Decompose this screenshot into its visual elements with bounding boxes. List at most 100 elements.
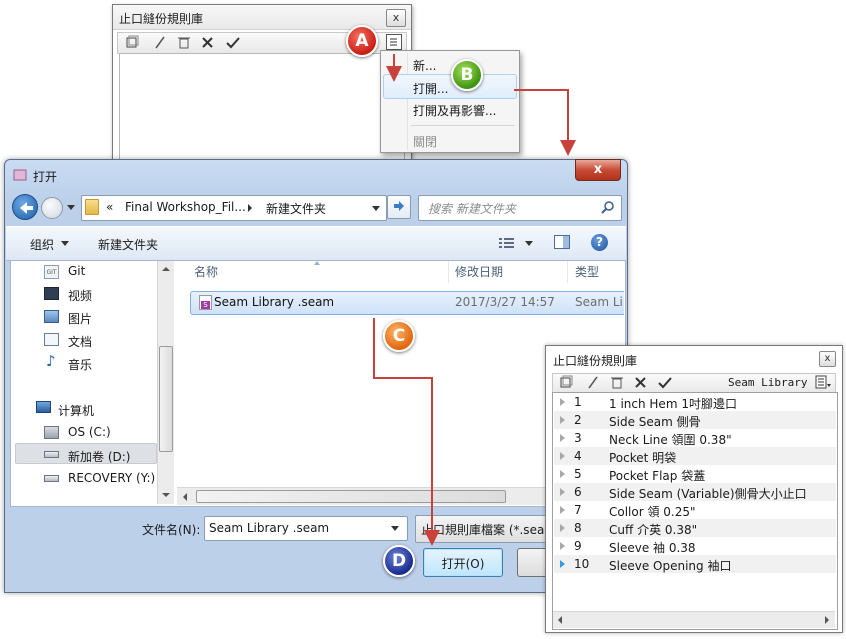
delete-icon[interactable] bbox=[609, 375, 625, 390]
preview-pane-icon[interactable] bbox=[554, 235, 570, 249]
menu-item-close[interactable]: 關閉 bbox=[413, 133, 437, 150]
organize-dropdown-icon bbox=[61, 241, 69, 246]
menu-icon[interactable] bbox=[386, 34, 402, 50]
expand-icon[interactable] bbox=[560, 398, 565, 406]
file-type: Seam Lib bbox=[575, 295, 624, 309]
library-hscrollbar[interactable] bbox=[553, 611, 835, 628]
edit-icon[interactable] bbox=[152, 35, 168, 50]
column-header-date[interactable]: 修改日期 bbox=[455, 261, 503, 283]
library-toolbar-name: Seam Library bbox=[728, 376, 808, 389]
list-item[interactable]: 11 inch Hem 1吋腳邊口 bbox=[554, 393, 836, 411]
list-item[interactable]: 7 Collor 領 0.25" bbox=[554, 501, 836, 519]
scroll-down-icon[interactable] bbox=[162, 493, 170, 497]
nav-item-video[interactable]: 视频 bbox=[68, 287, 92, 304]
library-close-button[interactable]: x bbox=[819, 351, 836, 367]
address-segment-current[interactable]: 新建文件夹 bbox=[266, 200, 326, 217]
chevron-right-icon bbox=[248, 204, 252, 212]
scroll-left-icon[interactable] bbox=[558, 616, 562, 624]
expand-icon[interactable] bbox=[560, 452, 565, 460]
callout-d: D bbox=[383, 545, 415, 577]
callout-c: C bbox=[383, 320, 415, 352]
check-icon[interactable] bbox=[657, 375, 673, 390]
callout-a: A bbox=[346, 25, 378, 57]
help-icon[interactable]: ? bbox=[591, 234, 608, 251]
open-button-label: 打开(O) bbox=[441, 557, 485, 571]
address-segment-parent[interactable]: Final Workshop_Fil... bbox=[125, 200, 246, 214]
new-icon[interactable] bbox=[124, 35, 140, 50]
menu-separator bbox=[411, 125, 515, 126]
organize-button[interactable]: 组织 bbox=[30, 236, 54, 253]
history-dropdown-icon[interactable] bbox=[67, 205, 75, 210]
expand-icon[interactable] bbox=[560, 488, 565, 496]
column-header-name[interactable]: 名称 bbox=[194, 261, 218, 283]
expand-icon[interactable] bbox=[560, 434, 565, 442]
x-icon[interactable] bbox=[633, 375, 649, 390]
column-divider bbox=[567, 261, 568, 283]
filename-dropdown-icon[interactable] bbox=[391, 526, 399, 531]
file-name: Seam Library .seam bbox=[214, 295, 335, 309]
dialog-content: GIT Git 视频 图片 文档 ♪ 音乐 计算机 OS (C:) 新加卷 (D… bbox=[10, 260, 626, 507]
nav-item-music[interactable]: 音乐 bbox=[68, 356, 92, 373]
nav-scroll-thumb[interactable] bbox=[159, 346, 173, 452]
list-item[interactable]: 6 Side Seam (Variable)側骨大小止口 bbox=[554, 483, 836, 501]
check-icon[interactable] bbox=[225, 35, 241, 50]
library-toolbar: Seam Library bbox=[552, 373, 836, 394]
file-row[interactable]: S Seam Library .seam 2017/3/27 14:57 Sea… bbox=[190, 291, 624, 315]
filename-input[interactable]: Seam Library .seam bbox=[204, 516, 408, 541]
menu-icon[interactable] bbox=[815, 375, 831, 390]
menu-item-open-reapply[interactable]: 打開及再影響... bbox=[413, 102, 496, 119]
search-input[interactable]: 搜索 新建文件夹 bbox=[418, 195, 622, 221]
delete-icon[interactable] bbox=[176, 35, 192, 50]
view-options-icon[interactable] bbox=[499, 237, 515, 249]
scroll-right-icon[interactable] bbox=[825, 616, 829, 624]
expand-icon[interactable] bbox=[560, 542, 565, 550]
nav-scrollbar[interactable] bbox=[157, 261, 174, 504]
address-bar[interactable]: « Final Workshop_Fil... 新建文件夹 bbox=[81, 195, 387, 221]
edit-icon[interactable] bbox=[585, 375, 601, 390]
view-dropdown-icon[interactable] bbox=[525, 241, 533, 246]
nav-item-pictures[interactable]: 图片 bbox=[68, 310, 92, 327]
nav-item-git[interactable]: Git bbox=[68, 264, 85, 278]
computer-icon bbox=[36, 401, 51, 413]
nav-item-documents[interactable]: 文档 bbox=[68, 333, 92, 350]
callout-b: B bbox=[451, 59, 483, 91]
seam-file-icon: S bbox=[199, 295, 212, 310]
address-dropdown-icon[interactable] bbox=[372, 206, 380, 211]
new-icon[interactable] bbox=[558, 375, 574, 390]
column-header-type[interactable]: 类型 bbox=[575, 261, 599, 283]
list-item[interactable]: 5 Pocket Flap 袋蓋 bbox=[554, 465, 836, 483]
file-list-hscroll-thumb[interactable] bbox=[196, 490, 506, 503]
dialog-close-button[interactable]: x bbox=[575, 159, 621, 181]
scroll-left-icon[interactable] bbox=[183, 493, 187, 501]
x-icon[interactable] bbox=[200, 35, 216, 50]
nav-item-computer[interactable]: 计算机 bbox=[58, 402, 94, 419]
list-item[interactable]: 8 Cuff 介英 0.38" bbox=[554, 519, 836, 537]
list-item[interactable]: 4 Pocket 明袋 bbox=[554, 447, 836, 465]
expand-icon[interactable] bbox=[560, 524, 565, 532]
panel-title: 止口縫份規則庫 bbox=[119, 12, 204, 26]
open-button[interactable]: 打开(O) bbox=[423, 548, 503, 577]
back-button[interactable] bbox=[12, 194, 38, 220]
panel-close-button[interactable]: x bbox=[386, 9, 406, 27]
list-item[interactable]: 2 Side Seam 側骨 bbox=[554, 411, 836, 429]
nav-item-os-drive[interactable]: OS (C:) bbox=[68, 425, 111, 439]
new-folder-button[interactable]: 新建文件夹 bbox=[98, 236, 158, 253]
library-title: 止口縫份規則庫 bbox=[553, 354, 638, 368]
nav-item-d-drive[interactable]: 新加卷 (D:) bbox=[68, 448, 130, 465]
search-icon bbox=[601, 200, 615, 214]
list-item[interactable]: 3 Neck Line 領圍 0.38" bbox=[554, 429, 836, 447]
list-item[interactable]: 10 Sleeve Opening 袖口 bbox=[554, 555, 836, 573]
menu-item-open[interactable]: 打開... bbox=[413, 80, 448, 97]
forward-button[interactable] bbox=[41, 197, 63, 219]
menu-item-new[interactable]: 新... bbox=[413, 57, 436, 74]
nav-item-recovery-drive[interactable]: RECOVERY (Y:) bbox=[68, 471, 155, 485]
expand-icon[interactable] bbox=[560, 506, 565, 514]
music-icon: ♪ bbox=[46, 352, 56, 370]
picture-icon bbox=[44, 310, 59, 323]
list-item[interactable]: 9 Sleeve 袖 0.38 bbox=[554, 537, 836, 555]
expand-icon[interactable] bbox=[560, 560, 565, 568]
expand-icon[interactable] bbox=[560, 470, 565, 478]
refresh-button[interactable] bbox=[387, 195, 411, 219]
scroll-up-icon[interactable] bbox=[162, 267, 170, 271]
expand-icon[interactable] bbox=[560, 416, 565, 424]
